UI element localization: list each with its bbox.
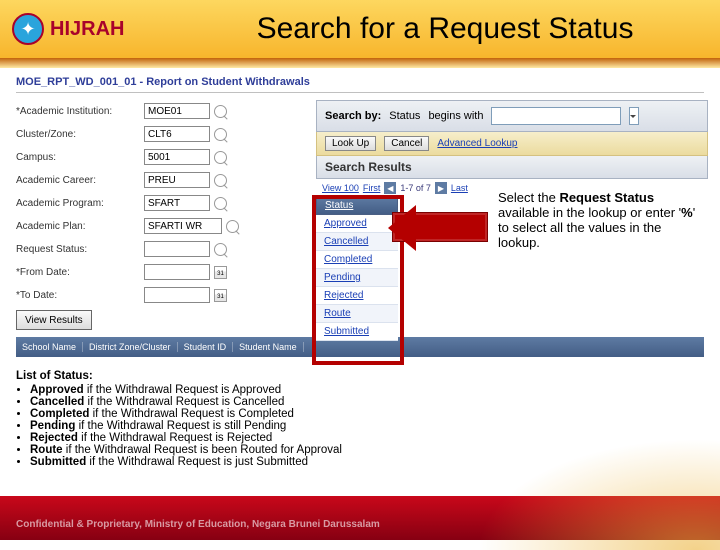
logo-icon: ✦	[12, 13, 44, 45]
input-plan[interactable]	[144, 218, 222, 234]
range-label: 1-7 of 7	[400, 183, 431, 193]
search-field-name: Status	[389, 110, 420, 122]
status-item: Completed if the Withdrawal Request is C…	[30, 408, 342, 420]
input-from-date[interactable]	[144, 264, 210, 280]
col-school: School Name	[16, 342, 83, 352]
status-item: Submitted if the Withdrawal Request is j…	[30, 456, 342, 468]
status-item: Route if the Withdrawal Request is been …	[30, 444, 342, 456]
status-item: Rejected if the Withdrawal Request is Re…	[30, 432, 342, 444]
dropdown-icon[interactable]	[629, 107, 639, 125]
status-item: Cancelled if the Withdrawal Request is C…	[30, 396, 342, 408]
page-title: Search for a Request Status	[182, 12, 708, 46]
cancel-button[interactable]: Cancel	[384, 136, 429, 151]
label-plan: Academic Plan:	[16, 221, 144, 232]
lookup-icon[interactable]	[214, 128, 227, 141]
last-link[interactable]: Last	[451, 183, 468, 193]
label-from-date: *From Date:	[16, 267, 144, 278]
first-link[interactable]: First	[363, 183, 381, 193]
header-underbar	[0, 58, 720, 68]
annotation-arrow	[392, 212, 488, 242]
lookup-icon[interactable]	[226, 220, 239, 233]
footer-text: Confidential & Proprietary, Ministry of …	[16, 519, 380, 530]
status-item: Pending if the Withdrawal Request is sti…	[30, 420, 342, 432]
input-cluster[interactable]	[144, 126, 210, 142]
view-results-button[interactable]: View Results	[16, 310, 92, 330]
logo-text: HIJRAH	[50, 18, 124, 41]
advanced-lookup-link[interactable]: Advanced Lookup	[437, 138, 517, 149]
lookup-icon[interactable]	[214, 151, 227, 164]
lookup-button-row: Look Up Cancel Advanced Lookup	[316, 132, 708, 156]
prev-icon[interactable]: ◀	[384, 182, 396, 194]
result-row[interactable]: Route	[316, 305, 398, 323]
header-band: ✦ HIJRAH Search for a Request Status	[0, 0, 720, 58]
report-title: MOE_RPT_WD_001_01 - Report on Student Wi…	[16, 76, 704, 88]
label-cluster: Cluster/Zone:	[16, 129, 144, 140]
footer-band	[0, 496, 720, 540]
result-row[interactable]: Completed	[316, 251, 398, 269]
input-academic-institution[interactable]	[144, 103, 210, 119]
status-item: Approved if the Withdrawal Request is Ap…	[30, 384, 342, 396]
col-student-id: Student ID	[178, 342, 234, 352]
result-row[interactable]: Submitted	[316, 323, 398, 341]
lookup-button[interactable]: Look Up	[325, 136, 376, 151]
label-program: Academic Program:	[16, 198, 144, 209]
result-row[interactable]: Pending	[316, 269, 398, 287]
result-row[interactable]: Rejected	[316, 287, 398, 305]
input-program[interactable]	[144, 195, 210, 211]
logo: ✦ HIJRAH	[12, 13, 182, 45]
status-list: List of Status: Approved if the Withdraw…	[16, 370, 342, 468]
input-request-status[interactable]	[144, 241, 210, 257]
col-student-name: Student Name	[233, 342, 304, 352]
lookup-icon[interactable]	[214, 105, 227, 118]
label-to-date: *To Date:	[16, 290, 144, 301]
search-operator: begins with	[428, 110, 483, 122]
input-career[interactable]	[144, 172, 210, 188]
label-academic-institution: *Academic Institution:	[16, 106, 144, 117]
label-campus: Campus:	[16, 152, 144, 163]
lookup-icon[interactable]	[214, 243, 227, 256]
calendar-icon[interactable]: 31	[214, 266, 227, 279]
lookup-icon[interactable]	[214, 197, 227, 210]
next-icon[interactable]: ▶	[435, 182, 447, 194]
view-100-link[interactable]: View 100	[322, 183, 359, 193]
status-list-title: List of Status:	[16, 370, 342, 382]
search-value-input[interactable]	[491, 107, 621, 125]
lookup-icon[interactable]	[214, 174, 227, 187]
input-to-date[interactable]	[144, 287, 210, 303]
callout-text: Select the Request Status available in t…	[498, 190, 698, 250]
search-results-title: Search Results	[316, 156, 708, 179]
input-campus[interactable]	[144, 149, 210, 165]
lookup-search-bar: Search by: Status begins with	[316, 100, 708, 132]
label-career: Academic Career:	[16, 175, 144, 186]
search-by-label: Search by:	[325, 110, 381, 122]
col-district: District Zone/Cluster	[83, 342, 178, 352]
label-request-status: Request Status:	[16, 244, 144, 255]
calendar-icon[interactable]: 31	[214, 289, 227, 302]
